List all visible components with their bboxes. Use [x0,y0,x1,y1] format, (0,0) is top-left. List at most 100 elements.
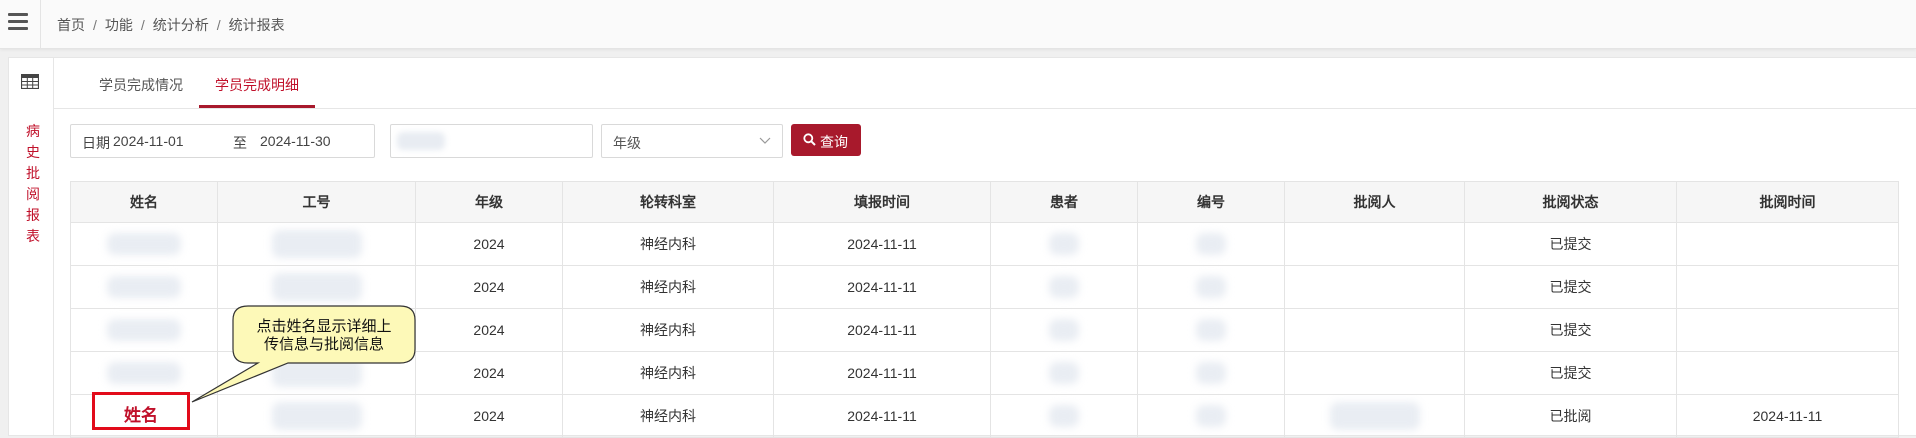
name-cell[interactable] [70,351,218,395]
department-cell: 神经内科 [562,351,774,395]
department-cell: 神经内科 [562,308,774,352]
grade-cell: 2024 [415,265,563,309]
number-cell [1137,351,1285,395]
table-header-row: 姓名 工号 年级 轮转科室 填报时间 患者 编号 批阅人 批阅状态 批阅时间 [70,181,1899,223]
detail-table: 姓名 工号 年级 轮转科室 填报时间 患者 编号 批阅人 批阅状态 批阅时间 2… [70,181,1899,438]
redacted-name[interactable] [107,276,181,298]
number-cell [1137,265,1285,309]
redacted-text [1196,276,1226,298]
table-icon[interactable] [21,74,39,89]
tab-student-completion[interactable]: 学员完成情况 [99,75,183,95]
patient-cell [990,394,1138,438]
col-header-submit-time[interactable]: 填报时间 [773,181,991,223]
col-header-reviewer[interactable]: 批阅人 [1284,181,1465,223]
submit-time-cell: 2024-11-11 [773,308,991,352]
redacted-text [1049,405,1079,427]
redacted-text [271,273,362,301]
submit-time-cell: 2024-11-11 [773,351,991,395]
divider [40,0,41,48]
redacted-text [1049,276,1079,298]
callout-line-2: 传信息与批阅信息 [263,336,384,353]
redacted-text [271,230,362,258]
breadcrumb-item-report: 统计报表 [228,17,285,33]
department-cell: 神经内科 [562,222,774,266]
number-cell [1137,308,1285,352]
keyword-input[interactable] [390,124,593,158]
redacted-text [271,359,362,387]
patient-cell [990,308,1138,352]
reviewer-cell [1284,351,1465,395]
redacted-text [1196,319,1226,341]
callout-text: 点击姓名显示详细上 传信息与批阅信息 [236,318,412,354]
name-highlight-box[interactable]: 姓名 [92,392,190,430]
side-column: 病史批阅报表 [9,58,54,435]
col-header-employee-id[interactable]: 工号 [217,181,416,223]
col-header-review-time[interactable]: 批阅时间 [1676,181,1899,223]
side-title: 病史批阅报表 [26,123,40,244]
review-time-cell [1676,265,1899,309]
highlight-label[interactable]: 姓名 [95,401,187,426]
col-header-number[interactable]: 编号 [1137,181,1285,223]
reviewer-cell [1284,265,1465,309]
table-row[interactable]: 2024 神经内科 2024-11-11 已提交 [70,222,1899,266]
tab-student-detail[interactable]: 学员完成明细 [215,75,299,95]
menu-icon[interactable] [8,13,28,33]
grade-select[interactable]: 年级 [601,124,783,158]
query-button-label: 查询 [820,134,848,150]
review-status-cell: 已提交 [1464,351,1677,395]
col-header-review-status[interactable]: 批阅状态 [1464,181,1677,223]
table-row[interactable]: 2024 神经内科 2024-11-11 已提交 [70,265,1899,309]
breadcrumb-item-home[interactable]: 首页 [57,17,85,33]
review-time-cell: 2024-11-11 [1676,394,1899,438]
date-start[interactable]: 2024-11-01 [113,133,184,149]
grade-cell: 2024 [415,394,563,438]
reviewer-cell [1284,394,1465,438]
redacted-text [271,402,362,430]
breadcrumb-item-statistics[interactable]: 统计分析 [153,17,209,33]
patient-cell [990,351,1138,395]
tab-bar: 学员完成情况 学员完成明细 [53,58,1916,109]
redacted-text [1196,405,1226,427]
redacted-text [1329,402,1420,430]
query-button[interactable]: 查询 [791,124,861,156]
active-tab-indicator [199,105,315,108]
redacted-name[interactable] [107,319,181,341]
date-to-label: 至 [233,135,247,151]
redacted-text [1196,233,1226,255]
submit-time-cell: 2024-11-11 [773,265,991,309]
redacted-text [397,132,445,150]
review-status-cell: 已提交 [1464,265,1677,309]
col-header-department[interactable]: 轮转科室 [562,181,774,223]
col-header-name[interactable]: 姓名 [70,181,218,223]
name-cell[interactable] [70,308,218,352]
date-label: 日期 [82,135,110,151]
reviewer-cell [1284,308,1465,352]
callout-line-1: 点击姓名显示详细上 [256,318,392,335]
number-cell [1137,394,1285,438]
redacted-name[interactable] [107,362,181,384]
col-header-grade[interactable]: 年级 [415,181,563,223]
redacted-text [1049,319,1079,341]
date-range-input[interactable]: 日期 2024-11-01 至 2024-11-30 [70,124,375,158]
col-header-patient[interactable]: 患者 [990,181,1138,223]
grade-cell: 2024 [415,222,563,266]
breadcrumb-item-function[interactable]: 功能 [105,17,133,33]
redacted-text [1049,362,1079,384]
department-cell: 神经内科 [562,265,774,309]
name-cell[interactable] [70,265,218,309]
review-status-cell: 已提交 [1464,308,1677,352]
grade-select-label: 年级 [613,135,641,151]
employee-id-cell [217,351,416,395]
reviewer-cell [1284,222,1465,266]
table-row[interactable]: 2024 神经内科 2024-11-11 已批阅 2024-11-11 [70,394,1899,438]
name-cell[interactable] [70,222,218,266]
grade-cell: 2024 [415,351,563,395]
redacted-name[interactable] [107,233,181,255]
date-end[interactable]: 2024-11-30 [260,133,331,149]
grade-cell: 2024 [415,308,563,352]
breadcrumb: 首页 / 功能 / 统计分析 / 统计报表 [57,17,285,33]
table-row[interactable]: 2024 神经内科 2024-11-11 已提交 [70,351,1899,395]
submit-time-cell: 2024-11-11 [773,394,991,438]
top-bar: 首页 / 功能 / 统计分析 / 统计报表 [0,0,1916,49]
employee-id-cell [217,265,416,309]
